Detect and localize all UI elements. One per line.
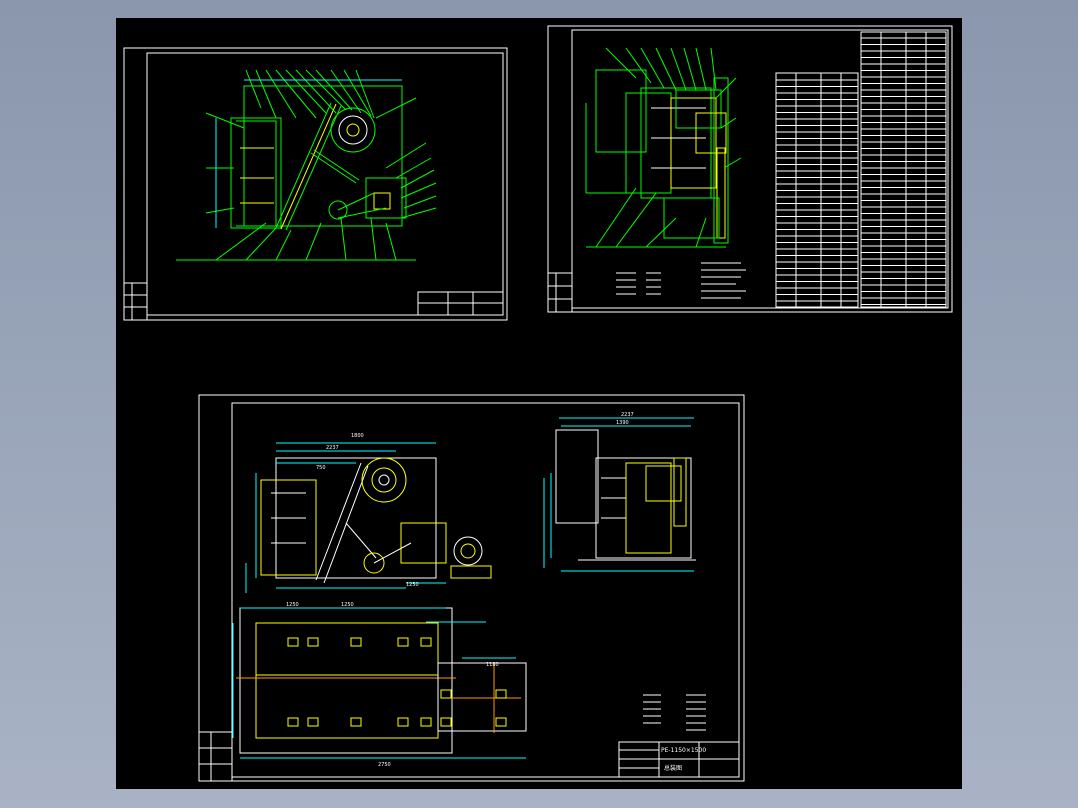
anchor-bolt <box>350 637 362 647</box>
dim-text: 1800 <box>351 433 364 439</box>
anchor-bolt <box>287 637 299 647</box>
cad-model-space[interactable]: 1800 2237 750 1250 1250 1180 2237 1390 1… <box>116 18 962 789</box>
right-top-side-view-drawing <box>547 25 953 313</box>
anchor-bolt <box>440 689 452 699</box>
bottom-layout-drawing <box>198 394 745 782</box>
anchor-bolt <box>350 717 362 727</box>
anchor-bolt <box>287 717 299 727</box>
anchor-bolt <box>307 717 319 727</box>
anchor-bolt <box>397 717 409 727</box>
dim-text: 2237 <box>326 445 339 451</box>
anchor-bolt <box>307 637 319 647</box>
dim-text: 1180 <box>486 662 499 668</box>
anchor-bolt <box>440 717 452 727</box>
anchor-bolt <box>495 717 507 727</box>
dim-text: 1390 <box>616 420 629 426</box>
anchor-bolt <box>397 637 409 647</box>
dim-text: 2750 <box>378 762 391 768</box>
title-block-title: PE-1150×1500 <box>661 747 706 754</box>
dim-text: 1250 <box>286 602 299 608</box>
dim-text: 1250 <box>341 602 354 608</box>
anchor-bolt <box>420 717 432 727</box>
title-block-subtitle: 总装图 <box>664 764 682 772</box>
dim-text: 750 <box>316 465 326 471</box>
drawing-svg: 1800 2237 750 1250 1250 1180 2237 1390 1… <box>123 25 953 782</box>
left-top-assembly-drawing <box>123 47 508 321</box>
dim-text: 1250 <box>406 582 419 588</box>
anchor-bolt <box>495 689 507 699</box>
anchor-bolt <box>420 637 432 647</box>
dim-text: 2237 <box>621 412 634 418</box>
